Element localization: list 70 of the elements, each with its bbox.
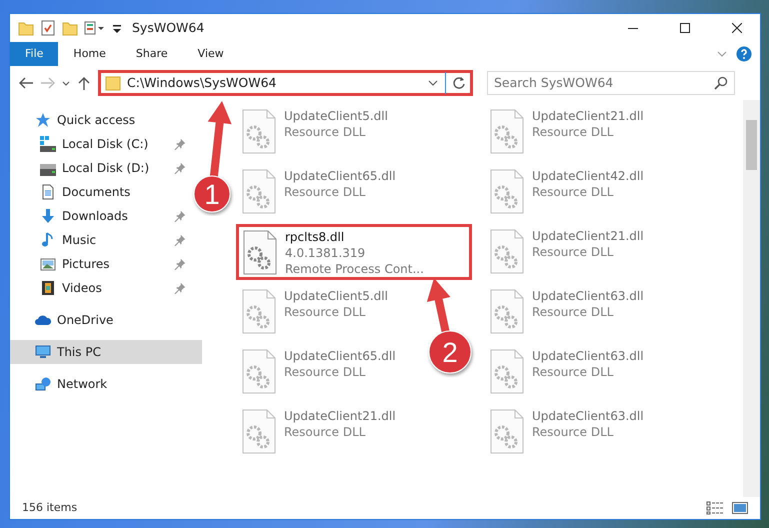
file-item[interactable]: UpdateClient63.dll Resource DLL — [484, 344, 650, 400]
large-icons-view-icon[interactable] — [732, 501, 748, 515]
sidebar-item[interactable]: Music — [10, 228, 190, 252]
file-item[interactable]: UpdateClient42.dll Resource DLL — [484, 164, 650, 220]
help-icon[interactable] — [736, 46, 752, 62]
file-icon — [490, 109, 524, 154]
pictures-icon — [40, 256, 56, 272]
file-item[interactable]: rpclts8.dll 4.0.1381.319 Remote Process Cont... — [236, 224, 472, 280]
folder-icon — [105, 75, 121, 91]
computer-icon — [35, 344, 51, 360]
sidebar-item[interactable]: Pictures — [10, 252, 190, 276]
file-item[interactable]: UpdateClient21.dll Resource DLL — [236, 404, 402, 460]
address-bar[interactable]: C:\Windows\SysWOW64 — [98, 70, 473, 96]
maximize-icon — [680, 23, 690, 33]
ribbon-tab[interactable]: Share — [120, 42, 183, 66]
close-icon — [732, 23, 742, 33]
videos-icon — [40, 280, 56, 296]
details-view-icon[interactable] — [706, 501, 724, 515]
scrollbar[interactable] — [743, 100, 760, 497]
sidebar-item[interactable]: Downloads — [10, 204, 190, 228]
window-title: SysWOW64 — [132, 18, 204, 37]
file-icon — [490, 349, 524, 394]
file-icon — [242, 289, 276, 334]
file-item[interactable]: UpdateClient21.dll Resource DLL — [484, 104, 650, 160]
download-icon — [40, 208, 56, 224]
up-icon[interactable] — [76, 75, 92, 91]
file-item[interactable]: UpdateClient63.dll Resource DLL — [484, 284, 650, 340]
document-icon — [40, 184, 56, 200]
sidebar-item[interactable]: OneDrive — [10, 308, 190, 332]
path-field[interactable]: C:\Windows\SysWOW64 — [127, 74, 421, 92]
file-icon — [242, 169, 276, 214]
search-icon[interactable] — [714, 76, 728, 90]
file-item[interactable]: UpdateClient63.dll Resource DLL — [484, 404, 650, 460]
sidebar-item[interactable]: Videos — [10, 276, 190, 300]
sidebar-item[interactable]: This PC — [10, 340, 202, 364]
customize-icon[interactable] — [84, 20, 106, 36]
callout-badge — [194, 176, 230, 212]
network-icon — [35, 376, 51, 392]
file-icon — [490, 409, 524, 454]
file-icon — [242, 109, 276, 154]
file-item[interactable]: UpdateClient21.dll Resource DLL — [484, 224, 650, 280]
sidebar-item[interactable]: Local Disk (C:) — [10, 132, 190, 156]
ribbon-tab[interactable]: Home — [58, 42, 121, 66]
sidebar-item[interactable]: Network — [10, 372, 190, 396]
file-item[interactable]: UpdateClient5.dll Resource DLL — [236, 104, 394, 160]
sidebar-item[interactable]: Quick access — [10, 108, 190, 132]
file-icon — [490, 229, 524, 274]
caret-icon[interactable] — [62, 80, 70, 86]
ribbon-tab[interactable]: View — [182, 42, 239, 66]
search-box[interactable]: Search SysWOW64 — [487, 71, 735, 95]
drive-icon — [40, 136, 56, 152]
callout-badge — [428, 330, 472, 374]
item-count: 156 items — [22, 500, 78, 516]
sidebar-item[interactable]: Documents — [10, 180, 190, 204]
callout-number: 1 — [204, 179, 220, 210]
file-item[interactable]: UpdateClient5.dll Resource DLL — [236, 284, 394, 340]
properties-icon[interactable] — [40, 20, 56, 36]
file-icon — [242, 349, 276, 394]
refresh-icon[interactable] — [452, 76, 466, 90]
sidebar-item[interactable]: Local Disk (D:) — [10, 156, 190, 180]
file-icon — [243, 230, 277, 275]
callout-number: 2 — [442, 337, 458, 368]
quick-access-icon — [35, 112, 51, 128]
file-icon — [490, 289, 524, 334]
file-item[interactable]: UpdateClient65.dll Resource DLL — [236, 344, 402, 400]
file-icon — [490, 169, 524, 214]
file-item[interactable]: UpdateClient65.dll Resource DLL — [236, 164, 402, 220]
back-icon[interactable] — [18, 75, 34, 91]
file-icon — [242, 409, 276, 454]
ribbon-tab[interactable]: File — [10, 42, 58, 66]
